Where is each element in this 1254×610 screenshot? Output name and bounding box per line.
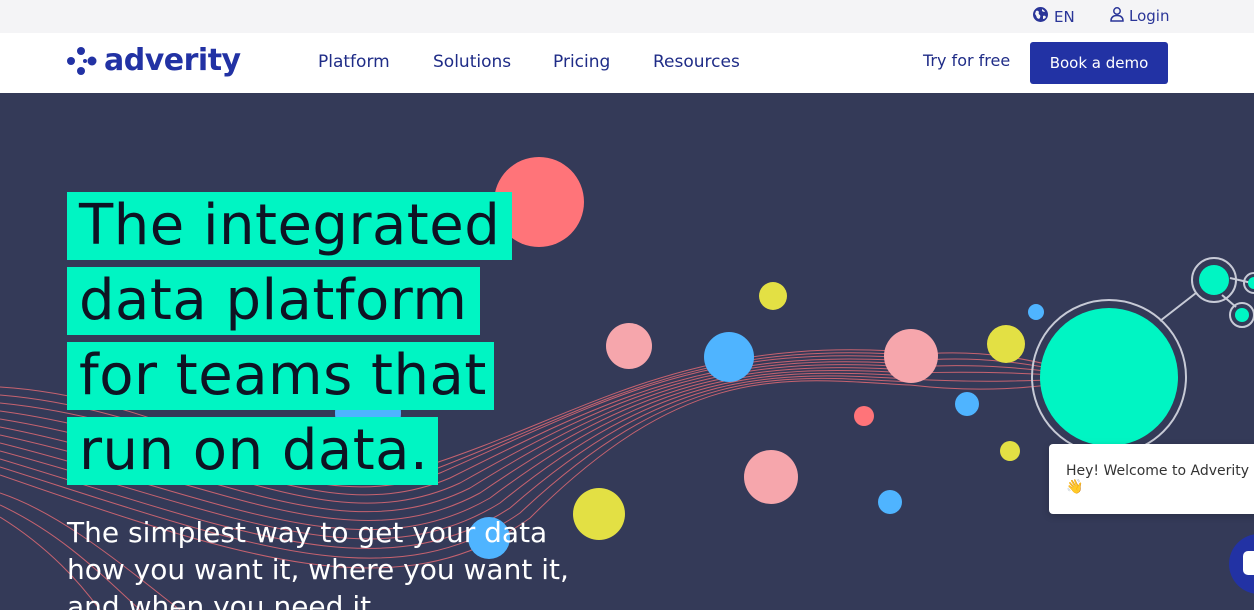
globe-icon (1032, 6, 1049, 27)
utility-bar: EN Login (0, 0, 1254, 33)
login-link[interactable]: Login (1109, 6, 1169, 26)
chat-greeting-text: Hey! Welcome to Adverity 👋 (1066, 463, 1250, 495)
hero-subtitle: The simplest way to get your data how yo… (67, 516, 569, 610)
adverity-logo[interactable]: adverity (66, 45, 241, 77)
language-label: EN (1054, 7, 1075, 26)
language-selector[interactable]: EN (1032, 6, 1075, 27)
hero-section: The integrated data platform for teams t… (0, 93, 1254, 610)
book-demo-button[interactable]: Book a demo (1030, 42, 1168, 84)
nav-resources[interactable]: Resources (653, 52, 740, 72)
headline-line: for teams that (67, 342, 494, 410)
nav-pricing[interactable]: Pricing (553, 52, 610, 72)
nav-solutions[interactable]: Solutions (433, 52, 511, 72)
nav-platform[interactable]: Platform (318, 52, 390, 72)
headline-line: data platform (67, 267, 480, 335)
hero-headline: The integrated data platform for teams t… (67, 192, 512, 492)
headline-line: The integrated (67, 192, 512, 260)
chat-greeting-bubble[interactable]: Hey! Welcome to Adverity 👋 (1049, 444, 1254, 514)
logo-wordmark: adverity (104, 43, 241, 78)
user-icon (1109, 6, 1125, 26)
try-for-free-link[interactable]: Try for free (923, 51, 1010, 70)
headline-line: run on data. (67, 417, 438, 485)
main-navigation: adverity Platform Solutions Pricing Reso… (0, 33, 1254, 93)
logo-mark-icon (67, 47, 97, 75)
login-label: Login (1129, 7, 1170, 25)
chat-icon (1243, 551, 1254, 575)
